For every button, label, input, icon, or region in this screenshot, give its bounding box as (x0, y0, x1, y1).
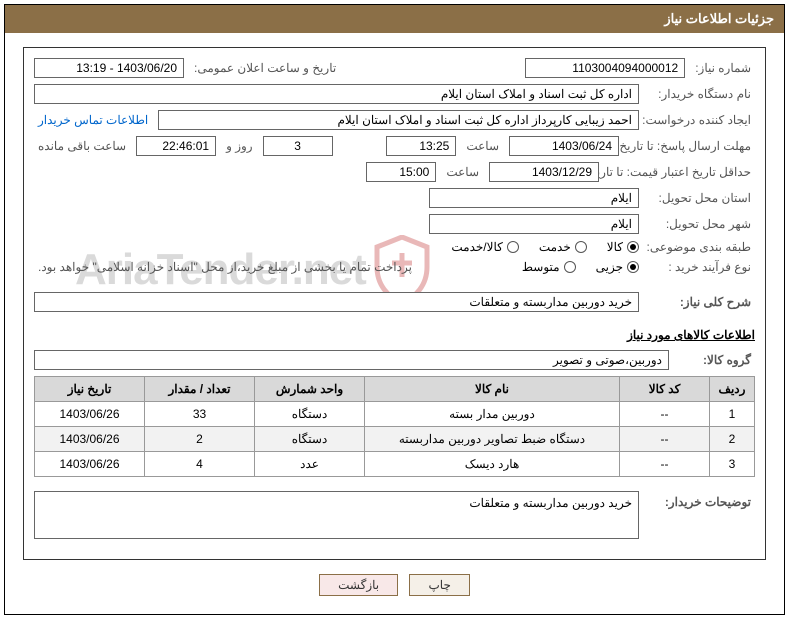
th-name: نام کالا (365, 377, 620, 402)
label-price-valid: حداقل تاریخ اعتبار قیمت: تا تاریخ: (605, 165, 755, 179)
cell-qty: 4 (145, 452, 255, 477)
radio-medium[interactable] (564, 261, 576, 273)
label-announce-dt: تاریخ و ساعت اعلان عمومی: (190, 61, 340, 75)
table-row: 3--هارد دیسکعدد41403/06/26 (35, 452, 755, 477)
print-button[interactable]: چاپ (409, 574, 469, 596)
buyer-contact-link[interactable]: اطلاعات تماس خریدار (34, 113, 152, 127)
label-province: استان محل تحویل: (645, 191, 755, 205)
field-buyer-notes: خرید دوربین مداربسته و متعلقات (34, 491, 639, 539)
radio-goods-label: کالا (607, 240, 623, 254)
label-buyer-notes: توضیحات خریدار: (645, 491, 755, 509)
th-date: تاریخ نیاز (35, 377, 145, 402)
cell-code: -- (620, 402, 710, 427)
cell-idx: 1 (710, 402, 755, 427)
cell-date: 1403/06/26 (35, 402, 145, 427)
cell-qty: 33 (145, 402, 255, 427)
cell-unit: دستگاه (255, 402, 365, 427)
purchase-type-radio-group: جزیی متوسط (522, 260, 639, 274)
cell-date: 1403/06/26 (35, 427, 145, 452)
cell-unit: عدد (255, 452, 365, 477)
purchase-note: پرداخت تمام یا بخشی از مبلغ خرید،از محل … (34, 260, 516, 274)
radio-goods-service-label: کالا/خدمت (451, 240, 502, 254)
cell-code: -- (620, 427, 710, 452)
back-button[interactable]: بازگشت (319, 574, 398, 596)
cell-qty: 2 (145, 427, 255, 452)
label-summary: شرح کلی نیاز: (645, 295, 755, 309)
field-price-valid-time: 15:00 (366, 162, 436, 182)
field-reply-time: 13:25 (386, 136, 456, 156)
field-buyer: اداره کل ثبت اسناد و املاک استان ایلام (34, 84, 639, 104)
th-idx: ردیف (710, 377, 755, 402)
field-province: ایلام (429, 188, 639, 208)
radio-minor-label: جزیی (596, 260, 623, 274)
th-code: کد کالا (620, 377, 710, 402)
field-need-no: 1103004094000012 (525, 58, 685, 78)
radio-goods-service[interactable] (507, 241, 519, 253)
form-container: شماره نیاز: 1103004094000012 تاریخ و ساع… (23, 47, 766, 560)
label-goods-group: گروه کالا: (675, 353, 755, 367)
label-time-1: ساعت (462, 139, 503, 153)
table-row: 2--دستگاه ضبط تصاویر دوربین مداربستهدستگ… (35, 427, 755, 452)
label-category: طبقه بندی موضوعی: (645, 240, 755, 254)
cell-name: دستگاه ضبط تصاویر دوربین مداربسته (365, 427, 620, 452)
field-summary: خرید دوربین مداربسته و متعلقات (34, 292, 639, 312)
radio-medium-label: متوسط (522, 260, 560, 274)
cell-unit: دستگاه (255, 427, 365, 452)
label-days-and: روز و (222, 139, 257, 153)
field-remaining-days: 3 (263, 136, 333, 156)
title-bar: جزئیات اطلاعات نیاز (5, 5, 784, 33)
label-time-2: ساعت (442, 165, 483, 179)
goods-section-header: اطلاعات کالاهای مورد نیاز (34, 328, 755, 342)
label-remaining: ساعت باقی مانده (34, 139, 130, 153)
label-purchase-type: نوع فرآیند خرید : (645, 260, 755, 274)
label-requester: ایجاد کننده درخواست: (645, 113, 755, 127)
field-goods-group: دوربین،صوتی و تصویر (34, 350, 669, 370)
cell-idx: 3 (710, 452, 755, 477)
field-requester: احمد زیبایی کارپرداز اداره کل ثبت اسناد … (158, 110, 639, 130)
field-reply-date: 1403/06/24 (509, 136, 619, 156)
table-row: 1--دوربین مدار بستهدستگاه331403/06/26 (35, 402, 755, 427)
cell-code: -- (620, 452, 710, 477)
label-city: شهر محل تحویل: (645, 217, 755, 231)
goods-table: ردیف کد کالا نام کالا واحد شمارش تعداد /… (34, 376, 755, 477)
radio-service[interactable] (575, 241, 587, 253)
category-radio-group: کالا خدمت کالا/خدمت (451, 240, 639, 254)
label-buyer: نام دستگاه خریدار: (645, 87, 755, 101)
field-price-valid-date: 1403/12/29 (489, 162, 599, 182)
cell-idx: 2 (710, 427, 755, 452)
th-qty: تعداد / مقدار (145, 377, 255, 402)
radio-goods[interactable] (627, 241, 639, 253)
cell-date: 1403/06/26 (35, 452, 145, 477)
label-need-no: شماره نیاز: (691, 61, 755, 75)
label-reply-deadline: مهلت ارسال پاسخ: تا تاریخ: (625, 139, 755, 153)
cell-name: دوربین مدار بسته (365, 402, 620, 427)
radio-service-label: خدمت (539, 240, 571, 254)
field-announce-dt: 1403/06/20 - 13:19 (34, 58, 184, 78)
field-city: ایلام (429, 214, 639, 234)
th-unit: واحد شمارش (255, 377, 365, 402)
cell-name: هارد دیسک (365, 452, 620, 477)
field-remaining-hms: 22:46:01 (136, 136, 216, 156)
radio-minor[interactable] (627, 261, 639, 273)
